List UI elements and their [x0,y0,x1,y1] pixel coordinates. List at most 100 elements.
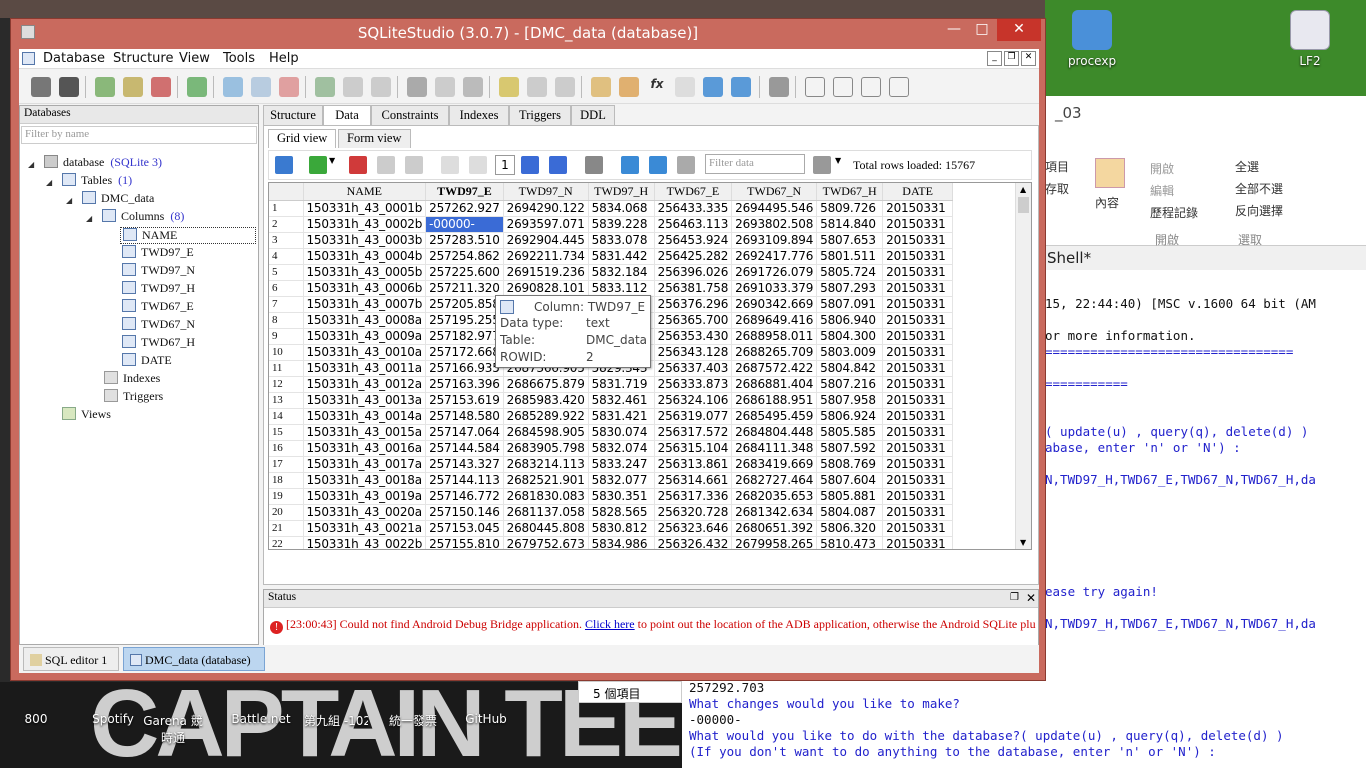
table-cell[interactable]: 2693597.071 [503,216,589,233]
table-cell[interactable]: 257262.927 [425,200,504,217]
table-cell[interactable]: 5834.068 [588,200,655,217]
table-cell[interactable]: 2680651.392 [731,520,818,537]
desktop-icon-lf2[interactable]: LF2 [1275,10,1345,68]
table-cell[interactable]: 2686675.879 [503,376,589,393]
table-cell[interactable]: 150331h_43_0007b [303,296,427,313]
table-cell[interactable]: 2690342.669 [731,296,818,313]
column-header[interactable]: TWD67_H [816,183,884,201]
table-cell[interactable]: 257172.668 [425,344,504,361]
desktop-icon[interactable]: 第九組 -1023060... [304,712,368,729]
title-bar[interactable]: SQLiteStudio (3.0.7) - [DMC_data (databa… [11,19,1045,47]
table-cell[interactable]: 256313.861 [654,456,733,473]
desktop-icon[interactable]: Garena 競時通 [138,712,208,746]
table-cell[interactable]: 257155.810 [425,536,504,549]
table-cell[interactable]: 2693802.508 [731,216,818,233]
table-cell[interactable]: 257254.862 [425,248,504,265]
table-cell[interactable]: 20150331 [882,312,954,329]
table-row[interactable]: 13 150331h_43_0013a 257153.619 2685983.420 5… [269,392,954,409]
table-cell[interactable]: 2681342.634 [731,504,818,521]
desktop-icon-procexp[interactable]: procexp [1057,10,1127,68]
table-row[interactable]: 12 150331h_43_0012a 257163.396 2686675.879 5… [269,376,954,393]
table-cell[interactable]: 2683214.113 [503,456,589,473]
table-cell[interactable]: 2687572.422 [731,360,818,377]
open-button[interactable]: 開啟 [1150,160,1174,177]
filter-by-name-input[interactable]: Filter by name [21,126,257,144]
properties-button[interactable]: 內容 [1095,194,1119,211]
tile-icon[interactable] [805,77,825,97]
table-cell[interactable]: 20150331 [882,456,954,473]
minimize-button[interactable]: — [941,19,967,41]
tree-column-item[interactable]: TWD97_E [122,245,194,260]
desktop-icon[interactable]: 800 [1,712,71,726]
table-cell[interactable]: 20150331 [882,232,954,249]
table-cell[interactable]: 20150331 [882,344,954,361]
refresh-icon[interactable] [275,156,293,174]
table-cell[interactable]: 5803.009 [816,344,884,361]
table-cell[interactable]: 20150331 [882,536,954,549]
table-cell[interactable]: 2691033.379 [731,280,818,297]
table-cell[interactable]: 5807.592 [816,440,884,457]
table-cell[interactable]: 5833.247 [588,456,655,473]
table-row[interactable]: 6 150331h_43_0006b 257211.320 2690828.101 58… [269,280,954,297]
table-cell[interactable]: 150331h_43_0010a [303,344,427,361]
tree-column-item[interactable]: DATE [122,353,172,368]
table-cell[interactable]: 256463.113 [654,216,733,233]
menu-view[interactable]: View [179,51,210,66]
table-cell[interactable]: 150331h_43_0021a [303,520,427,537]
tile-horizontal-icon[interactable] [833,77,853,97]
table-cell[interactable]: 256343.128 [654,344,733,361]
table-cell[interactable]: 256326.432 [654,536,733,549]
table-cell[interactable]: 257150.146 [425,504,504,521]
print-icon[interactable] [585,156,603,174]
table-cell[interactable]: 5807.216 [816,376,884,393]
add-database-icon[interactable] [95,77,115,97]
table-cell[interactable]: 2694495.546 [731,200,818,217]
table-cell[interactable]: 2685289.922 [503,408,589,425]
table-cell[interactable]: 257153.619 [425,392,504,409]
tree-views[interactable]: Views [62,407,111,422]
table-cell[interactable]: 5810.473 [816,536,884,549]
table-cell[interactable]: 5807.293 [816,280,884,297]
table-cell[interactable]: 5832.074 [588,440,655,457]
desktop-icon[interactable]: GitHub [451,712,521,726]
table-cell[interactable]: 20150331 [882,264,954,281]
subtab-grid-view[interactable]: Grid view [268,129,337,148]
table-cell[interactable]: 150331h_43_0006b [303,280,427,297]
table-cell[interactable]: 20150331 [882,280,954,297]
table-cell[interactable]: 5806.320 [816,520,884,537]
table-cell[interactable]: 5832.077 [588,472,655,489]
ribbon-item[interactable]: 存取 [1045,180,1069,197]
table-cell[interactable]: 20150331 [882,296,954,313]
cascade-icon[interactable] [889,77,909,97]
table-cell[interactable]: 150331h_43_0017a [303,456,427,473]
edit-table-icon[interactable] [251,77,271,97]
ddl-history-icon[interactable] [619,77,639,97]
table-cell[interactable]: 2682521.901 [503,472,589,489]
table-cell[interactable]: 257211.320 [425,280,504,297]
table-cell[interactable]: 256353.430 [654,328,733,345]
table-row[interactable]: 17 150331h_43_0017a 257143.327 2683214.113 5… [269,456,954,473]
table-cell[interactable]: 150331h_43_0012a [303,376,427,393]
table-cell[interactable]: 150331h_43_0016a [303,440,427,457]
collapse-arrow-icon[interactable]: ◢ [86,214,92,223]
table-cell[interactable]: 5801.511 [816,248,884,265]
table-cell[interactable]: 5807.958 [816,392,884,409]
close-button[interactable]: ✕ [997,19,1041,41]
table-cell[interactable]: 5805.585 [816,424,884,441]
table-cell[interactable]: 5833.078 [588,232,655,249]
table-cell[interactable]: 150331h_43_0013a [303,392,427,409]
table-cell[interactable]: 2682035.653 [731,488,818,505]
tree-database[interactable]: database (SQLite 3) [44,155,162,170]
table-cell[interactable]: 150331h_43_0002b [303,216,427,233]
select-all-button[interactable]: 全選 [1235,158,1259,175]
table-row[interactable]: 2 150331h_43_0002b -00000- 2693597.071 5839.… [269,216,954,233]
table-cell[interactable]: 256317.336 [654,488,733,505]
table-cell[interactable]: 5807.653 [816,232,884,249]
tab-triggers[interactable]: Triggers [509,105,571,125]
edit-trigger-icon[interactable] [435,77,455,97]
column-header[interactable]: DATE [882,183,954,201]
table-cell[interactable]: 5809.726 [816,200,884,217]
table-row[interactable]: 3 150331h_43_0003b 257283.510 2692904.445 58… [269,232,954,249]
scroll-down-icon[interactable]: ▼ [1020,538,1026,547]
create-table-icon[interactable] [223,77,243,97]
